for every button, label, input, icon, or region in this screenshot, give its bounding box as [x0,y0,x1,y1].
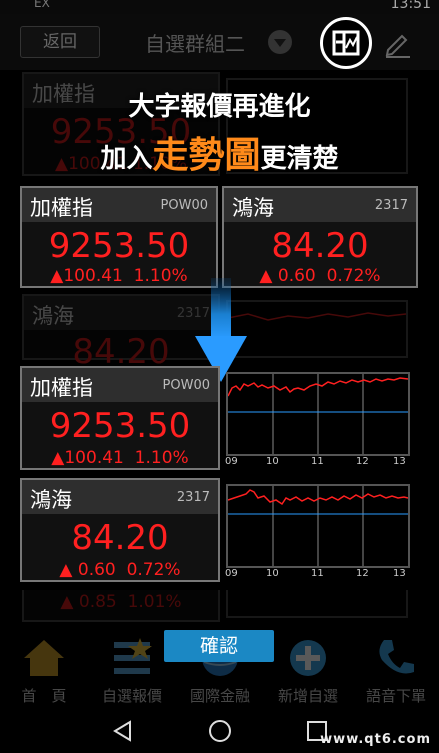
quote-name: 鴻海 [30,488,72,512]
quote-card-dim: ▲ 0.85 1.01% [22,590,220,622]
quote-price: 84.20 [71,518,169,558]
quote-name: 鴻海 [32,304,74,328]
chevron-down-icon[interactable] [268,30,292,54]
add-icon [290,640,326,676]
back-triangle-icon[interactable] [112,720,134,742]
chart-layout-icon [332,30,360,56]
quote-code: 2317 [176,490,210,505]
status-time: 13:51 [390,0,431,12]
quote-change: ▲ 0.60 0.72% [59,560,181,580]
quote-name: 鴻海 [232,196,274,220]
quote-card-index-chart[interactable]: 加權指 POW00 9253.50 ▲100.41 1.10% [20,366,220,470]
quote-name: 加權指 [30,376,93,400]
quote-price: 84.20 [271,226,369,266]
quote-price: 9253.50 [48,226,190,266]
confirm-button[interactable]: 確認 [164,630,274,662]
home-circle-icon[interactable] [208,719,232,743]
trend-chart-svg [228,486,408,566]
status-carrier: EX [34,0,50,10]
quote-code: POW00 [162,378,210,393]
trend-chart-index: 09 10 11 12 13 [225,372,410,467]
phone-icon [379,640,414,674]
trend-line-dim [228,312,406,321]
home-icon [24,640,64,676]
trend-chart-dim [226,590,408,618]
watermark: www.qt6.com [320,732,431,747]
back-button[interactable]: 返回 [20,26,100,58]
quote-card-hon-hai[interactable]: 鴻海 2317 84.20 ▲ 0.60 0.72% [222,186,418,288]
trend-chart-dim [226,300,408,358]
nav-watchlist[interactable]: 自選報價 [88,628,176,708]
quote-change: ▲ 0.60 0.72% [259,266,381,286]
app-header: 返回 自選群組二 [0,14,439,70]
chart-mode-toggle-button[interactable] [320,17,372,69]
quote-card-index[interactable]: 加權指 POW00 9253.50 ▲100.41 1.10% [20,186,218,288]
promo-line-2: 加入走勢圖更清楚 [100,135,339,176]
status-bar: EX 13:51 [0,0,439,14]
trend-chart-svg [228,374,408,454]
promo-line-1: 大字報價再進化 [128,92,311,122]
edit-icon[interactable] [382,28,412,58]
quote-name: 加權指 [30,196,93,220]
quote-change: ▲ 0.85 1.01% [60,592,182,612]
nav-voice-order[interactable]: 語音下單 [352,628,439,708]
list-icon [114,638,152,674]
chart-x-axis: 09 10 11 12 13 [225,456,406,467]
system-navigation-bar: www.qt6.com [0,708,439,753]
trend-chart-hon-hai: 09 10 11 12 13 [225,484,410,579]
quote-change: ▲100.41 1.10% [50,266,188,286]
quote-card-hon-hai-chart[interactable]: 鴻海 2317 84.20 ▲ 0.60 0.72% [20,478,220,582]
quote-code: POW00 [160,198,208,213]
nav-home[interactable]: 首 頁 [0,628,88,708]
chart-x-axis: 09 10 11 12 13 [225,568,406,579]
quote-card-dim: 鴻海 2317 84.20 [22,294,220,372]
nav-add-watchlist[interactable]: 新增自選 [264,628,352,708]
quote-price: 9253.50 [49,406,191,446]
quote-code: 2317 [374,198,408,213]
group-title[interactable]: 自選群組二 [145,28,245,57]
quote-change: ▲100.41 1.10% [51,448,189,468]
